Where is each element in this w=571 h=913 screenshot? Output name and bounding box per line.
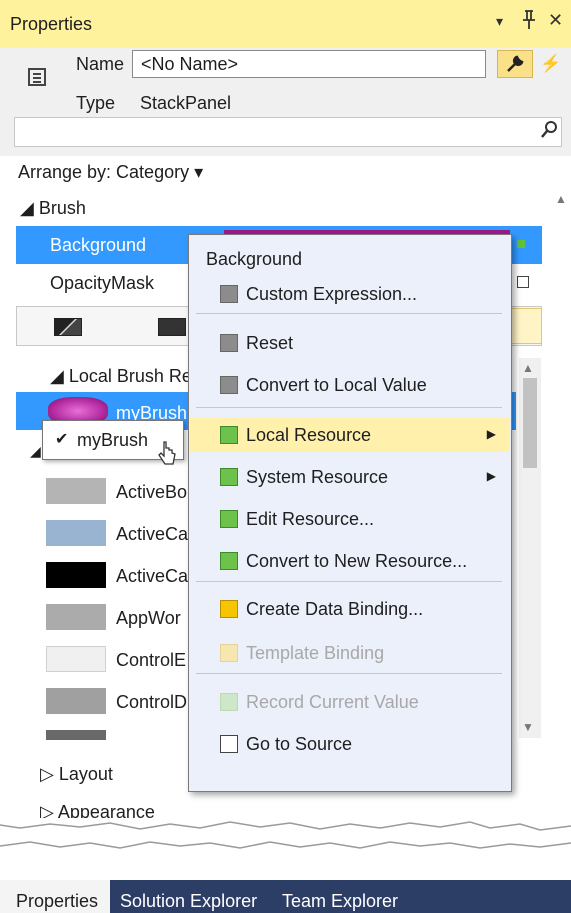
menu-item-icon: [220, 334, 238, 352]
menu-item-record-current-value: Record Current Value: [190, 685, 510, 719]
menu-item-convert-to-local-value[interactable]: Convert to Local Value: [190, 368, 510, 402]
system-brush-collapse-icon[interactable]: ◢: [30, 443, 41, 460]
menu-separator: [196, 581, 502, 582]
menu-item-system-resource[interactable]: System Resource ▶: [190, 460, 510, 494]
system-brush-label[interactable]: ActiveBo: [116, 482, 187, 503]
menu-item-template-binding: Template Binding: [190, 636, 510, 670]
menu-item-icon: [220, 644, 238, 662]
menu-item-icon: [220, 600, 238, 618]
system-brush-swatch: [46, 688, 106, 714]
menu-item-label: Record Current Value: [246, 692, 419, 712]
menu-item-convert-to-new-resource[interactable]: Convert to New Resource...: [190, 544, 510, 578]
check-icon: ✔: [55, 431, 69, 448]
submenu-arrow-icon: ▶: [486, 469, 496, 483]
system-brush-swatch: [46, 646, 106, 672]
menu-item-label: Convert to New Resource...: [246, 551, 468, 571]
null-brush-icon[interactable]: [54, 318, 82, 336]
menu-item-label: Template Binding: [246, 643, 385, 663]
mouse-cursor-icon: [156, 440, 178, 470]
menu-item-icon: [220, 510, 238, 528]
search-input[interactable]: [14, 117, 562, 147]
local-brush-resources-category[interactable]: ◢ Local Brush Reso: [50, 366, 211, 387]
brush-resources-tab[interactable]: [510, 308, 542, 344]
scroll-down-icon[interactable]: ▼: [522, 720, 534, 734]
menu-item-icon: [220, 285, 238, 303]
menu-item-label: Reset: [246, 333, 294, 353]
opacitymask-property-label: OpacityMask: [50, 273, 155, 293]
panel-title: Properties: [10, 14, 93, 34]
scrollbar-thumb[interactable]: [523, 378, 537, 468]
scroll-up-icon[interactable]: ▲: [522, 361, 534, 375]
property-marker-icon[interactable]: [517, 276, 529, 288]
menu-item-icon: [220, 426, 238, 444]
menu-item-label: System Resource: [246, 467, 389, 487]
system-brush-swatch: [46, 730, 106, 740]
brush-category[interactable]: ◢ Brush: [20, 198, 86, 219]
menu-item-icon: [220, 735, 238, 753]
solid-brush-icon[interactable]: [158, 318, 186, 336]
wrench-icon: [507, 55, 524, 72]
dropdown-icon[interactable]: ▾: [496, 13, 503, 30]
system-brush-label[interactable]: ControlE: [116, 650, 186, 671]
menu-item-label: Custom Expression...: [246, 284, 418, 304]
menu-item-edit-resource[interactable]: Edit Resource...: [190, 502, 510, 536]
menu-item-label: Local Resource: [246, 425, 372, 445]
search-icon: [541, 120, 559, 145]
menu-separator: [196, 407, 502, 408]
tab-properties-label: Properties: [16, 891, 99, 911]
name-field[interactable]: <No Name>: [132, 50, 486, 78]
menu-item-label: Convert to Local Value: [246, 375, 427, 395]
torn-edge: [0, 818, 571, 858]
menu-item-label: Create Data Binding...: [246, 599, 424, 619]
arrange-by-dropdown[interactable]: Arrange by: Category ▾: [18, 162, 203, 183]
menu-separator: [196, 313, 502, 314]
submenu-arrow-icon: ▶: [486, 427, 496, 441]
system-brush-swatch: [46, 604, 106, 630]
tooltip-label: myBrush: [77, 430, 149, 450]
menu-item-local-resource[interactable]: Local Resource ▶: [190, 418, 510, 452]
lightning-icon: ⚡: [540, 54, 562, 73]
system-brush-swatch: [46, 562, 106, 588]
menu-item-create-data-binding[interactable]: Create Data Binding...: [190, 592, 510, 626]
scroll-up-icon[interactable]: ▲: [555, 192, 567, 206]
system-brush-label[interactable]: ActiveCa: [116, 566, 188, 587]
tab-solution-explorer[interactable]: Solution Explorer: [120, 891, 257, 912]
type-value: StackPanel: [140, 93, 232, 113]
local-resource-marker-icon[interactable]: [517, 240, 525, 248]
close-icon[interactable]: ✕: [548, 10, 563, 31]
pin-icon[interactable]: [522, 10, 536, 35]
system-brush-label[interactable]: AppWor: [116, 608, 181, 629]
menu-item-icon: [220, 468, 238, 486]
menu-item-label: Edit Resource...: [246, 509, 375, 529]
events-button[interactable]: ⚡: [537, 50, 565, 78]
menu-item-icon: [220, 376, 238, 394]
type-label: Type: [76, 93, 116, 113]
background-property-label: Background: [50, 235, 147, 255]
menu-item-icon: [220, 693, 238, 711]
menu-item-reset[interactable]: Reset: [190, 326, 510, 360]
element-type-icon: [28, 68, 46, 86]
menu-item-icon: [220, 552, 238, 570]
menu-item-custom-expression[interactable]: Custom Expression...: [190, 277, 510, 311]
system-brush-swatch: [46, 520, 106, 546]
menu-separator: [196, 673, 502, 674]
menu-item-label: Go to Source: [246, 734, 353, 754]
name-label: Name: [76, 54, 125, 74]
tab-team-explorer[interactable]: Team Explorer: [282, 891, 398, 912]
layout-category[interactable]: ▷ Layout: [40, 764, 113, 785]
menu-item-go-to-source[interactable]: Go to Source: [190, 727, 510, 761]
properties-wrench-button[interactable]: [497, 50, 533, 78]
properties-panel: Properties ▾ ✕ Name <No Name> Type Stack…: [0, 0, 571, 913]
title-bar: Properties ▾ ✕: [0, 0, 571, 48]
system-brush-label[interactable]: ControlD: [116, 692, 187, 713]
system-brush-swatch: [46, 478, 106, 504]
context-menu-header: Background: [206, 249, 303, 269]
system-brush-label[interactable]: ActiveCa: [116, 524, 188, 545]
